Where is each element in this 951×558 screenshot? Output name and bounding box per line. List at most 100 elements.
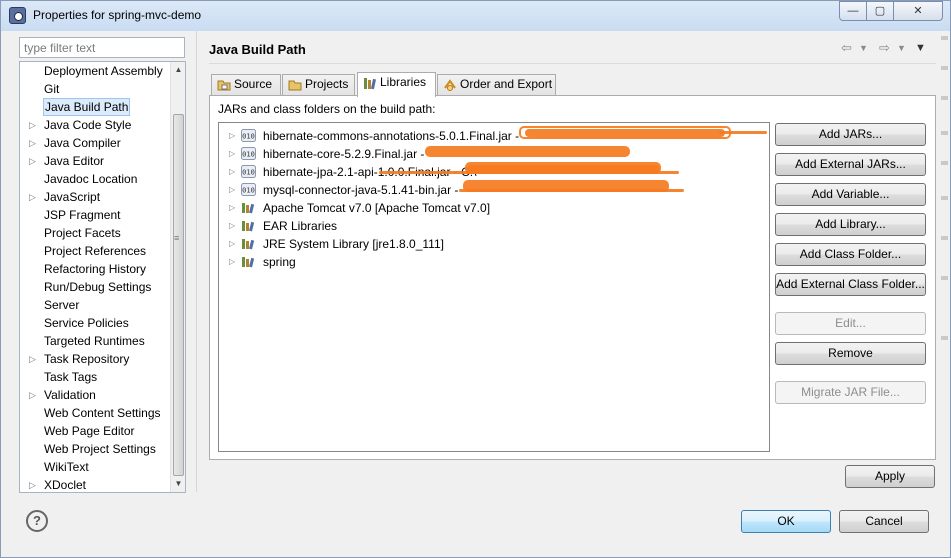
back-dropdown-icon[interactable]: ▼	[859, 40, 868, 56]
properties-dialog: Properties for spring-mvc-demo — ▢ ✕ ▷ XD…	[0, 0, 951, 558]
pane-splitter[interactable]	[196, 31, 197, 492]
tab-order-and-export[interactable]: Order and Export	[437, 74, 556, 95]
nav-item-label: JSP Fragment	[44, 208, 121, 222]
nav-scrollbar[interactable]: ▲ ≡ ▼	[170, 62, 185, 492]
library-label: Apache Tomcat v7.0 [Apache Tomcat v7.0]	[263, 201, 491, 215]
filter-input[interactable]	[19, 37, 185, 58]
libraries-caption: JARs and class folders on the build path…	[218, 102, 436, 116]
library-label: hibernate-commons-annotations-5.0.1.Fina…	[263, 129, 520, 143]
add-external-jars-button[interactable]: Add External JARs...	[775, 153, 926, 176]
library-row[interactable]: ▷ Apache Tomcat v7.0 [Apache Tomcat v7.0]	[219, 199, 769, 217]
redaction-scribble	[525, 129, 725, 137]
view-menu-icon[interactable]: ▼	[915, 40, 926, 56]
nav-item[interactable]: Task Tags	[20, 368, 170, 386]
scroll-down-arrow-icon[interactable]: ▼	[171, 476, 185, 492]
tab-libraries[interactable]: Libraries	[357, 72, 436, 97]
order-export-icon	[444, 79, 456, 91]
expand-arrow-icon[interactable]: ▷	[29, 386, 39, 404]
expand-arrow-icon[interactable]: ▷	[229, 163, 235, 181]
nav-item-label: Web Page Editor	[44, 424, 135, 438]
scroll-thumb[interactable]	[173, 114, 184, 476]
library-icon	[241, 255, 256, 268]
expand-arrow-icon[interactable]: ▷	[29, 134, 39, 152]
expand-arrow-icon[interactable]: ▷	[229, 181, 235, 199]
minimize-button[interactable]: —	[839, 1, 867, 21]
nav-item-label: Project References	[44, 244, 147, 258]
page-title: Java Build Path	[209, 42, 306, 57]
expand-arrow-icon[interactable]: ▷	[29, 350, 39, 368]
library-row[interactable]: ▷ spring	[219, 253, 769, 271]
back-arrow-icon[interactable]: ⇦	[841, 40, 852, 56]
nav-item[interactable]: ▷ Task Repository	[20, 350, 170, 368]
edit-button[interactable]: Edit...	[775, 312, 926, 335]
add-external-class-folder-button[interactable]: Add External Class Folder...	[775, 273, 926, 296]
nav-item[interactable]: JSP Fragment	[20, 206, 170, 224]
nav-item[interactable]: Project Facets	[20, 224, 170, 242]
nav-item[interactable]: ▷ Java Code Style	[20, 116, 170, 134]
ok-button[interactable]: OK	[741, 510, 831, 533]
migrate-jar-button[interactable]: Migrate JAR File...	[775, 381, 926, 404]
nav-item[interactable]: ▷ JavaScript	[20, 188, 170, 206]
nav-item-label: Validation	[44, 388, 96, 402]
nav-item[interactable]: WikiText	[20, 458, 170, 476]
expand-arrow-icon[interactable]: ▷	[29, 476, 39, 492]
nav-item[interactable]: Run/Debug Settings	[20, 278, 170, 296]
source-folder-icon	[217, 80, 231, 91]
nav-item[interactable]: ▷ XDoclet	[20, 476, 170, 492]
title-bar[interactable]: Properties for spring-mvc-demo — ▢ ✕	[1, 1, 950, 31]
add-class-folder-button[interactable]: Add Class Folder...	[775, 243, 926, 266]
cancel-button[interactable]: Cancel	[839, 510, 929, 533]
nav-item[interactable]: Refactoring History	[20, 260, 170, 278]
nav-item[interactable]: ▷ Validation	[20, 386, 170, 404]
expand-arrow-icon[interactable]: ▷	[29, 152, 39, 170]
nav-item-label: Task Repository	[44, 352, 130, 366]
nav-item[interactable]: Targeted Runtimes	[20, 332, 170, 350]
expand-arrow-icon[interactable]: ▷	[229, 217, 235, 235]
forward-arrow-icon[interactable]: ⇨	[879, 40, 890, 56]
add-variable-button[interactable]: Add Variable...	[775, 183, 926, 206]
nav-item-label: Java Editor	[44, 154, 105, 168]
library-label: mysql-connector-java-5.1.41-bin.jar -	[263, 183, 459, 197]
expand-arrow-icon[interactable]: ▷	[29, 116, 39, 134]
nav-item-label: Javadoc Location	[44, 172, 138, 186]
expand-arrow-icon[interactable]: ▷	[229, 145, 235, 163]
build-path-tree[interactable]: ▷ spring ▷ JRE System Library [jre1.8.0_111…	[218, 122, 770, 452]
nav-item[interactable]: ▷ Java Compiler	[20, 134, 170, 152]
nav-item[interactable]: Web Content Settings	[20, 404, 170, 422]
nav-item[interactable]: Web Project Settings	[20, 440, 170, 458]
scroll-grip-icon: ≡	[174, 233, 180, 243]
nav-item[interactable]: ▷ Java Editor	[20, 152, 170, 170]
nav-item-label: Web Project Settings	[44, 442, 156, 456]
tab-source[interactable]: Source	[211, 74, 281, 95]
remove-button[interactable]: Remove	[775, 342, 926, 365]
apply-button[interactable]: Apply	[845, 465, 935, 488]
nav-item[interactable]: Git	[20, 80, 170, 98]
scroll-up-arrow-icon[interactable]: ▲	[171, 62, 185, 78]
library-row[interactable]: ▷ JRE System Library [jre1.8.0_111]	[219, 235, 769, 253]
expand-arrow-icon[interactable]: ▷	[229, 199, 235, 217]
nav-item[interactable]: Java Build Path	[20, 98, 170, 116]
close-button[interactable]: ✕	[893, 1, 943, 21]
forward-dropdown-icon[interactable]: ▼	[897, 40, 906, 56]
nav-item[interactable]: Javadoc Location	[20, 170, 170, 188]
expand-arrow-icon[interactable]: ▷	[229, 235, 235, 253]
help-button[interactable]: ?	[26, 510, 48, 532]
maximize-button[interactable]: ▢	[866, 1, 894, 21]
jar-icon: 010	[241, 147, 256, 160]
nav-item[interactable]: Project References	[20, 242, 170, 260]
library-label: JRE System Library [jre1.8.0_111]	[263, 237, 444, 251]
tab-projects[interactable]: Projects	[282, 74, 355, 95]
expand-arrow-icon[interactable]: ▷	[229, 127, 235, 145]
add-jars-button[interactable]: Add JARs...	[775, 123, 926, 146]
nav-item[interactable]: Web Page Editor	[20, 422, 170, 440]
add-library-button[interactable]: Add Library...	[775, 213, 926, 236]
library-row[interactable]: ▷ EAR Libraries	[219, 217, 769, 235]
nav-item[interactable]: Server	[20, 296, 170, 314]
library-icon	[241, 237, 256, 250]
nav-item[interactable]: Deployment Assembly	[20, 62, 170, 80]
expand-arrow-icon[interactable]: ▷	[29, 188, 39, 206]
nav-item[interactable]: Service Policies	[20, 314, 170, 332]
nav-item-label: XDoclet	[44, 478, 87, 492]
expand-arrow-icon[interactable]: ▷	[229, 253, 235, 271]
nav-item-label: Java Code Style	[44, 118, 132, 132]
